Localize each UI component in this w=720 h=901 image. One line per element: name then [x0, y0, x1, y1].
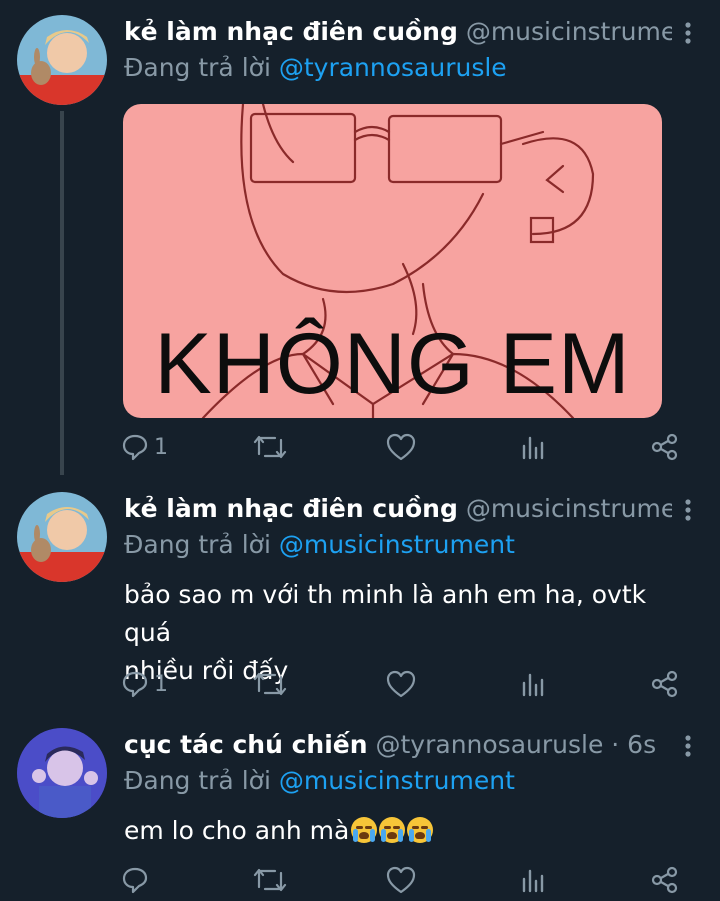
heart-icon: [386, 433, 416, 461]
tweet-text-line: bảo sao m với th minh là anh em ha, ovtk…: [124, 580, 647, 647]
reply-button[interactable]: [120, 862, 154, 898]
reply-count: 1: [154, 671, 168, 697]
replying-to: Đang trả lời @tyrannosaurusle: [124, 51, 507, 85]
user-handle[interactable]: @musicinstrument ...: [466, 494, 672, 523]
like-button[interactable]: [385, 862, 417, 898]
replying-label: Đang trả lời: [124, 53, 271, 82]
retweet-button[interactable]: [253, 666, 287, 702]
user-handle[interactable]: @tyrannosaurusle · 6s: [376, 730, 657, 759]
tweet-header: kẻ làm nhạc điên cuồng @musicinstrument …: [124, 492, 672, 526]
retweet-icon: [253, 435, 287, 459]
reply-icon: [122, 671, 148, 698]
analytics-icon: [522, 869, 544, 893]
like-button[interactable]: [385, 666, 417, 702]
tweet-text-line: em lo cho anh mà: [124, 816, 350, 845]
tweet-header: cục tác chú chiến @tyrannosaurusle · 6s: [124, 728, 672, 762]
meme-caption: KHÔNG EM: [154, 316, 631, 412]
tweet-header: kẻ làm nhạc điên cuồng @musicinstrument …: [124, 15, 672, 49]
analytics-button[interactable]: [518, 666, 548, 702]
retweet-button[interactable]: [253, 429, 287, 465]
loudly-crying-face-icon: [351, 817, 378, 843]
share-icon: [651, 670, 678, 698]
reply-button[interactable]: 1: [120, 429, 168, 465]
replying-to: Đang trả lời @musicinstrument: [124, 528, 515, 562]
analytics-icon: [522, 673, 544, 697]
loudly-crying-face-icon: [407, 817, 434, 843]
reply-icon: [122, 867, 148, 894]
replying-to: Đang trả lời @musicinstrument: [124, 764, 515, 798]
share-icon: [651, 866, 678, 894]
display-name[interactable]: kẻ làm nhạc điên cuồng: [124, 494, 458, 523]
tweet-text: em lo cho anh mà: [124, 812, 680, 850]
avatar[interactable]: [17, 15, 107, 105]
replying-label: Đang trả lời: [124, 766, 271, 795]
heart-icon: [386, 670, 416, 698]
tweet-actions: 1: [120, 666, 690, 702]
replying-label: Đang trả lời: [124, 530, 271, 559]
analytics-button[interactable]: [518, 429, 548, 465]
tweet-actions: [120, 862, 690, 898]
tweet-actions: 1: [120, 429, 690, 465]
retweet-icon: [253, 868, 287, 892]
analytics-icon: [522, 436, 544, 460]
analytics-button[interactable]: [518, 862, 548, 898]
loudly-crying-face-icon: [379, 817, 406, 843]
retweet-icon: [253, 672, 287, 696]
tweet-media[interactable]: KHÔNG EM: [123, 104, 662, 418]
more-vertical-icon[interactable]: [676, 496, 700, 526]
share-icon: [651, 433, 678, 461]
more-vertical-icon[interactable]: [676, 19, 700, 49]
avatar[interactable]: [17, 492, 107, 582]
share-button[interactable]: [650, 862, 680, 898]
tweet-1[interactable]: kẻ làm nhạc điên cuồng @musicinstrument …: [0, 15, 720, 475]
heart-icon: [386, 866, 416, 894]
thread-line: [60, 111, 64, 475]
tweet-3[interactable]: cục tác chú chiến @tyrannosaurusle · 6s …: [0, 728, 720, 901]
mention-link[interactable]: @musicinstrument: [279, 530, 515, 559]
user-handle[interactable]: @musicinstrument ...: [466, 17, 672, 46]
share-button[interactable]: [650, 429, 680, 465]
share-button[interactable]: [650, 666, 680, 702]
reply-button[interactable]: 1: [120, 666, 168, 702]
display-name[interactable]: kẻ làm nhạc điên cuồng: [124, 17, 458, 46]
avatar[interactable]: [17, 728, 107, 818]
tweet-2[interactable]: kẻ làm nhạc điên cuồng @musicinstrument …: [0, 492, 720, 712]
reply-icon: [122, 434, 148, 461]
display-name[interactable]: cục tác chú chiến: [124, 730, 368, 759]
reply-count: 1: [154, 434, 168, 460]
retweet-button[interactable]: [253, 862, 287, 898]
like-button[interactable]: [385, 429, 417, 465]
mention-link[interactable]: @musicinstrument: [279, 766, 515, 795]
mention-link[interactable]: @tyrannosaurusle: [279, 53, 507, 82]
more-vertical-icon[interactable]: [676, 732, 700, 762]
